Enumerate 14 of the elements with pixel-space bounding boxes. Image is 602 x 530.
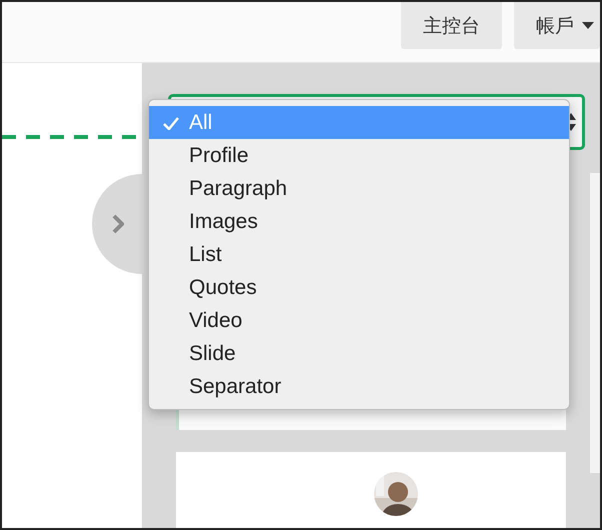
caret-icon [582, 22, 594, 29]
scrollbar[interactable] [590, 173, 600, 473]
menu-option[interactable]: Paragraph [149, 172, 569, 205]
menu-option[interactable]: Profile [149, 139, 569, 172]
menu-option[interactable]: Quotes [149, 271, 569, 304]
menu-option[interactable]: Slide [149, 337, 569, 370]
menu-option[interactable]: List [149, 238, 569, 271]
console-button[interactable]: 主控台 [401, 2, 502, 49]
menu-option[interactable]: Images [149, 205, 569, 238]
menu-option[interactable]: Video [149, 304, 569, 337]
check-icon [163, 117, 179, 130]
chevron-right-icon [112, 214, 124, 234]
account-button[interactable]: 帳戶 [514, 2, 600, 49]
menu-option[interactable]: Separator [149, 370, 569, 403]
